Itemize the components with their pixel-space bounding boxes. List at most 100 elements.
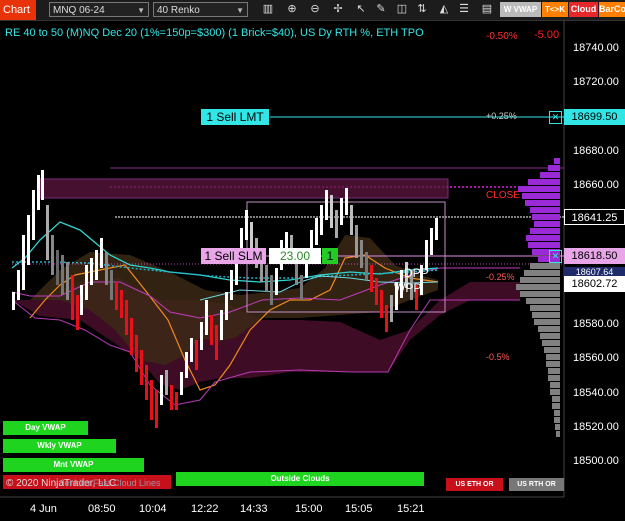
sell-lmt-order[interactable]: 1 Sell LMT [201, 109, 269, 125]
renko-brick [46, 205, 49, 260]
profile-bar [552, 403, 560, 409]
profile-bar [524, 270, 560, 276]
bars-icon[interactable]: ▥ [261, 2, 275, 17]
indicators-icon[interactable]: ⇅ [415, 2, 429, 17]
outside-clouds-button[interactable]: Outside Clouds [176, 472, 424, 486]
renko-brick [41, 170, 44, 200]
profile-bar [552, 396, 560, 402]
profile-bar [530, 263, 560, 269]
price-tick: 18500.00 [573, 455, 619, 467]
pct-label-mid: -0.25% [486, 272, 515, 282]
profile-bar [548, 165, 560, 171]
profile-bar [546, 361, 560, 367]
renko-brick [180, 372, 183, 395]
renko-brick [125, 300, 128, 335]
renko-brick [270, 275, 273, 305]
profile-bar [526, 298, 560, 304]
renko-brick [300, 275, 303, 300]
profile-bar [538, 326, 560, 332]
renko-brick [355, 225, 358, 258]
price-tick: 18540.00 [573, 387, 619, 399]
us-rth-or-button[interactable]: US RTH OR [509, 478, 564, 491]
renko-brick [325, 190, 328, 220]
renko-brick [12, 292, 15, 310]
templates-icon[interactable]: ▤ [480, 2, 494, 17]
profile-bar [534, 221, 560, 227]
bar-type-selector[interactable]: 40 Renko ▼ [153, 2, 248, 17]
pointer-icon[interactable]: ↖ [354, 2, 368, 17]
profile-bar [544, 347, 560, 353]
renko-brick [385, 305, 388, 332]
instrument-selector[interactable]: MNQ 06-24 ▼ [49, 2, 149, 17]
strategies-icon[interactable]: ◭ [437, 2, 451, 17]
renko-brick [76, 295, 79, 330]
renko-brick [135, 335, 138, 372]
profile-bar [550, 389, 560, 395]
time-label: 15:05 [345, 503, 373, 515]
price-tick: 18740.00 [573, 42, 619, 54]
weekly-vwap-button[interactable]: Wkly VWAP [3, 439, 116, 453]
sell-slm-order[interactable]: 1 Sell SLM [201, 248, 266, 264]
chart-tab[interactable]: Chart [0, 0, 36, 20]
renko-brick [225, 292, 228, 320]
profile-bar [528, 179, 560, 185]
profile-bar [555, 424, 560, 430]
renko-brick [365, 252, 368, 280]
renko-brick [71, 275, 74, 320]
profile-bar [534, 319, 560, 325]
renko-brick [330, 195, 333, 228]
profile-bar [530, 228, 560, 234]
renko-brick [95, 250, 98, 280]
pct-label-low: -0.5% [486, 352, 510, 362]
renko-brick [275, 268, 278, 295]
sell-slm-price-tag: 18618.50 [564, 248, 625, 264]
renko-brick [140, 350, 143, 385]
renko-brick [51, 235, 54, 275]
renko-brick [435, 218, 438, 240]
cloud-button[interactable]: Cloud [569, 2, 598, 17]
renko-brick [195, 340, 198, 370]
zoom-in-icon[interactable]: ⊕ [285, 2, 299, 17]
close-icon[interactable]: ✕ [549, 250, 562, 263]
renko-brick [80, 285, 83, 315]
tk-button[interactable]: T<>K [542, 2, 568, 17]
profile-bar [550, 382, 560, 388]
renko-brick [265, 265, 268, 292]
time-label: 14:33 [240, 503, 268, 515]
profile-bar [554, 417, 560, 423]
properties-icon[interactable]: ☰ [457, 2, 471, 17]
slm-price-field[interactable]: 23.00 [269, 248, 321, 264]
pct-label-pos: +0.25% [486, 111, 517, 121]
profile-bar [528, 242, 560, 248]
crosshair-icon[interactable]: ✢ [331, 2, 345, 17]
renko-brick [230, 270, 233, 300]
close-icon[interactable]: ✕ [549, 111, 562, 124]
renko-brick [170, 385, 173, 410]
profile-bar [530, 305, 560, 311]
renko-brick [85, 265, 88, 300]
us-eth-or-button[interactable]: US ETH OR [446, 478, 503, 491]
last-price-tag: 18641.25 [564, 209, 625, 225]
renko-brick [390, 295, 393, 322]
layers-icon[interactable]: ◫ [395, 2, 409, 17]
instrument-label: MNQ 06-24 [53, 5, 105, 16]
renko-brick [320, 205, 323, 235]
drawing-tools-icon[interactable]: ✎ [374, 2, 388, 17]
renko-brick [175, 392, 178, 410]
renko-brick [130, 318, 133, 355]
price-tick: 18580.00 [573, 318, 619, 330]
watermark: Jenkins Fast Cloud Lines [60, 478, 161, 488]
zoom-out-icon[interactable]: ⊖ [308, 2, 322, 17]
price-tick: 18660.00 [573, 179, 619, 191]
sell-lmt-price-tag: 18699.50 [564, 109, 625, 125]
renko-brick [160, 375, 163, 405]
weekly-vwap-button[interactable]: W VWAP [500, 2, 541, 17]
profile-bar [548, 368, 560, 374]
day-vwap-button[interactable]: Day VWAP [3, 421, 88, 435]
bar-color-button[interactable]: BarCo [599, 2, 625, 17]
renko-brick [115, 282, 118, 310]
dpp-label: DPP [404, 266, 429, 280]
renko-brick [56, 250, 59, 285]
monthly-vwap-button[interactable]: Mnt VWAP [3, 458, 144, 472]
slm-quantity[interactable]: 1 [322, 248, 338, 264]
